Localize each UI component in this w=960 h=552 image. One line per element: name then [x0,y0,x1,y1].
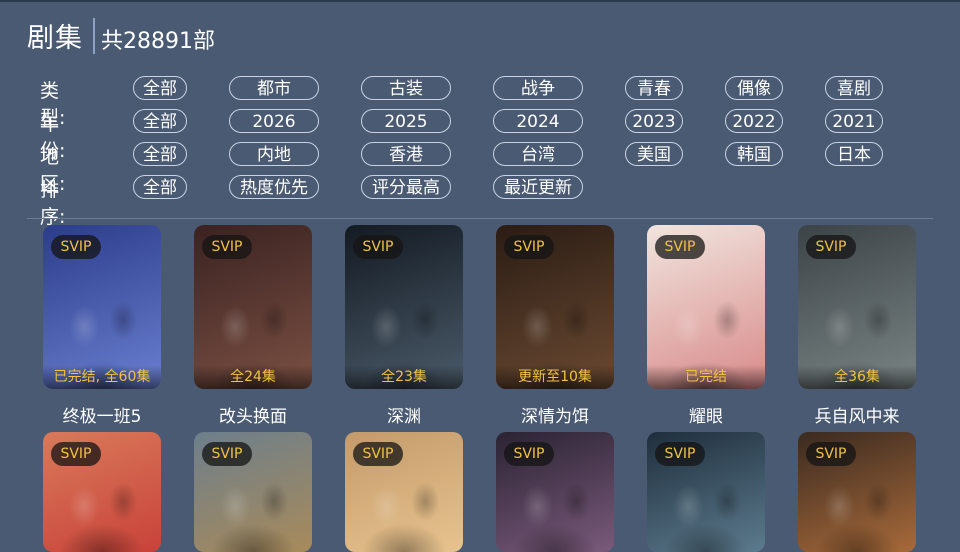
filter-chip-genre[interactable]: 都市 [229,76,319,100]
poster-image[interactable]: SVIP [43,432,161,552]
filter-chip-region[interactable]: 香港 [361,142,451,166]
episode-status: 全24集 [194,365,312,389]
poster-image[interactable]: SVIP [798,432,916,552]
drama-title: 耀眼 [689,407,723,427]
filter-chip-year[interactable]: 2025 [361,109,451,133]
filter-chip-region[interactable]: 日本 [825,142,883,166]
filter-chip-region[interactable]: 内地 [229,142,319,166]
filter-chip-sort[interactable]: 最近更新 [493,175,583,199]
drama-card[interactable]: SVIP [345,432,463,552]
page-title: 剧集 [27,23,83,54]
svip-badge: SVIP [202,442,252,466]
svip-badge: SVIP [353,442,403,466]
drama-title: 改头换面 [219,407,287,427]
filter-chip-genre[interactable]: 古装 [361,76,451,100]
episode-status: 已完结 [647,365,765,389]
drama-card[interactable]: SVIP [647,432,765,552]
svip-badge: SVIP [806,442,856,466]
filter-chip-region[interactable]: 全部 [133,142,187,166]
episode-status: 全36集 [798,365,916,389]
total-count: 共28891部 [101,28,215,54]
filter-divider [27,218,933,219]
drama-title: 深渊 [387,407,421,427]
poster-image[interactable]: SVIP 已完结 [647,225,765,389]
svip-badge: SVIP [51,235,101,259]
filter-chip-sort[interactable]: 评分最高 [361,175,451,199]
filter-chip-genre[interactable]: 战争 [493,76,583,100]
drama-title: 深情为饵 [521,407,589,427]
poster-image[interactable]: SVIP 全23集 [345,225,463,389]
filter-chip-year[interactable]: 2021 [825,109,883,133]
svip-badge: SVIP [504,235,554,259]
filter-chip-region[interactable]: 台湾 [493,142,583,166]
filter-chip-genre[interactable]: 喜剧 [825,76,883,100]
poster-image[interactable]: SVIP 更新至10集 [496,225,614,389]
filter-chip-year[interactable]: 全部 [133,109,187,133]
poster-image[interactable]: SVIP [194,432,312,552]
filter-chip-year[interactable]: 2026 [229,109,319,133]
filter-chip-genre[interactable]: 偶像 [725,76,783,100]
filter-chip-sort[interactable]: 全部 [133,175,187,199]
filter-chip-year[interactable]: 2023 [625,109,683,133]
svip-badge: SVIP [806,235,856,259]
poster-image[interactable]: SVIP 全36集 [798,225,916,389]
filter-chip-region[interactable]: 美国 [625,142,683,166]
episode-status: 全23集 [345,365,463,389]
svip-badge: SVIP [353,235,403,259]
filter-chip-year[interactable]: 2024 [493,109,583,133]
drama-card[interactable]: SVIP 已完结, 全60集终极一班5 [43,225,161,427]
poster-image[interactable]: SVIP [345,432,463,552]
drama-card[interactable]: SVIP 已完结耀眼 [647,225,765,427]
poster-image[interactable]: SVIP 已完结, 全60集 [43,225,161,389]
drama-title: 兵自风中来 [814,407,900,427]
drama-card[interactable]: SVIP [194,432,312,552]
page-header: 剧集 共28891部 [27,16,215,55]
filter-chip-year[interactable]: 2022 [725,109,783,133]
drama-card[interactable]: SVIP 全24集改头换面 [194,225,312,427]
drama-card[interactable]: SVIP 全36集兵自风中来 [798,225,916,427]
poster-image[interactable]: SVIP 全24集 [194,225,312,389]
drama-card[interactable]: SVIP [798,432,916,552]
svip-badge: SVIP [51,442,101,466]
drama-title: 终极一班5 [62,407,142,427]
filter-chip-region[interactable]: 韩国 [725,142,783,166]
top-border [0,0,960,2]
filter-label-sort: 排序: [40,179,66,228]
drama-card[interactable]: SVIP 全23集深渊 [345,225,463,427]
filter-chip-genre[interactable]: 青春 [625,76,683,100]
filter-chip-genre[interactable]: 全部 [133,76,187,100]
drama-card[interactable]: SVIP [43,432,161,552]
episode-status: 更新至10集 [496,365,614,389]
poster-image[interactable]: SVIP [647,432,765,552]
poster-image[interactable]: SVIP [496,432,614,552]
filter-chip-sort[interactable]: 热度优先 [229,175,319,199]
drama-card[interactable]: SVIP [496,432,614,552]
episode-status: 已完结, 全60集 [43,365,161,389]
svip-badge: SVIP [504,442,554,466]
svip-badge: SVIP [202,235,252,259]
title-divider [93,17,95,54]
svip-badge: SVIP [655,442,705,466]
svip-badge: SVIP [655,235,705,259]
drama-card[interactable]: SVIP 更新至10集深情为饵 [496,225,614,427]
